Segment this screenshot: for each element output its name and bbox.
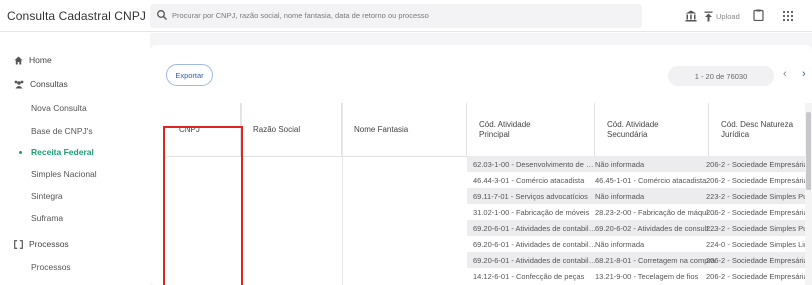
sidebar-group-label: Processos xyxy=(29,239,69,249)
sidebar-item-processos[interactable]: Processos xyxy=(31,262,71,272)
sidebar-item-nova-consulta[interactable]: Nova Consulta xyxy=(31,103,87,113)
cell-atividade-principal: 14.12-6-01 - Confecção de peças xyxy=(473,272,585,281)
cell-atividade-secundaria: 69.20-6-02 - Atividades de consultoria xyxy=(595,224,718,233)
sidebar-group-label: Consultas xyxy=(30,79,68,89)
table-row[interactable]: 31.02-1-00 - Fabricação de móveis 28.23-… xyxy=(467,204,807,220)
table-row[interactable]: 69.11-7-01 - Serviços advocatícios Não i… xyxy=(467,188,807,204)
table-row[interactable]: 46.44-3-01 - Comércio atacadista 46.45-1… xyxy=(467,172,807,188)
sidebar-item-sintegra[interactable]: Sintegra xyxy=(31,191,63,201)
cell-natureza-juridica: 223-2 - Sociedade Simples Pura xyxy=(706,192,807,201)
upload-icon xyxy=(704,11,713,21)
cell-atividade-secundaria: 46.45-1-01 - Comércio atacadista xyxy=(595,176,707,185)
cnpj-column-highlight xyxy=(163,126,243,285)
app-title: Consulta Cadastral CNPJ xyxy=(7,9,147,23)
cell-atividade-principal: 69.20-6-01 - Atividades de contabilidade xyxy=(473,224,596,233)
processos-icon xyxy=(14,239,23,249)
upload-button[interactable]: Upload xyxy=(704,10,740,22)
sidebar-group-consultas[interactable]: Consultas xyxy=(14,79,68,89)
home-icon xyxy=(14,56,23,64)
cell-atividade-secundaria: 13.21-9-00 - Tecelagem de fios xyxy=(595,272,699,281)
table-row[interactable]: 62.03-1-00 - Desenvolvimento de programa… xyxy=(467,156,807,172)
cell-atividade-secundaria: 28.23-2-00 - Fabricação de máquinas xyxy=(595,208,718,217)
apps-grid-icon[interactable] xyxy=(782,10,794,22)
top-bar: Consulta Cadastral CNPJ Procurar por CNP… xyxy=(0,0,812,32)
cell-natureza-juridica: 206-2 - Sociedade Empresária Limitada xyxy=(706,256,807,265)
search-input[interactable]: Procurar por CNPJ, razão social, nome fa… xyxy=(150,4,642,28)
cell-atividade-secundaria: Não informada xyxy=(595,192,645,201)
clipboard-icon[interactable] xyxy=(753,9,764,21)
cell-atividade-principal: 46.44-3-01 - Comércio atacadista xyxy=(473,176,585,185)
table-row[interactable]: 14.12-6-01 - Confecção de peças 13.21-9-… xyxy=(467,268,807,285)
column-divider xyxy=(342,103,343,285)
cell-atividade-principal: 69.20-6-01 - Atividades de contabilidade xyxy=(473,256,596,265)
sidebar-group-label: Home xyxy=(29,55,52,65)
search-placeholder: Procurar por CNPJ, razão social, nome fa… xyxy=(172,11,429,20)
sidebar-item-base-cnpjs[interactable]: Base de CNPJ's xyxy=(31,126,93,136)
results-table: CNPJ Razão Social Nome Fantasia Cód. Ati… xyxy=(167,103,807,285)
column-header-nome-fantasia[interactable]: Nome Fantasia xyxy=(342,103,467,156)
cell-atividade-secundaria: 68.21-8-01 - Corretagem na compra xyxy=(595,256,716,265)
cell-atividade-principal: 69.20-6-01 - Atividades de contabilidade xyxy=(473,240,596,249)
sidebar-item-suframa[interactable]: Suframa xyxy=(31,213,63,223)
column-header-razao-social[interactable]: Razão Social xyxy=(241,103,342,156)
table-row[interactable]: 69.20-6-01 - Atividades de contabilidade… xyxy=(467,236,807,252)
cell-natureza-juridica: 206-2 - Sociedade Empresária Limitada xyxy=(706,208,807,217)
cell-atividade-principal: 69.11-7-01 - Serviços advocatícios xyxy=(473,192,588,201)
table-row[interactable]: 69.20-6-01 - Atividades de contabilidade… xyxy=(467,220,807,236)
cell-natureza-juridica: 206-2 - Sociedade Empresária Limitada xyxy=(706,272,807,281)
cell-natureza-juridica: 223-2 - Sociedade Simples Pura xyxy=(706,224,807,233)
pagination-range: 1 - 20 de 76030 xyxy=(668,66,774,86)
active-indicator xyxy=(19,151,22,154)
scrollbar-thumb[interactable] xyxy=(806,112,811,190)
sidebar-group-home[interactable]: Home xyxy=(14,55,52,65)
cell-natureza-juridica: 206-2 - Sociedade Empresária Limitada xyxy=(706,160,807,169)
sidebar-item-simples-nacional[interactable]: Simples Nacional xyxy=(31,169,97,179)
upload-label: Upload xyxy=(716,11,740,21)
cell-atividade-principal: 62.03-1-00 - Desenvolvimento de programa… xyxy=(473,160,596,169)
table-row[interactable]: 69.20-6-01 - Atividades de contabilidade… xyxy=(467,252,807,268)
cell-natureza-juridica: 224-0 - Sociedade Simples Limitada xyxy=(706,240,807,249)
chevron-left-icon[interactable]: ‹ xyxy=(783,68,787,80)
cell-atividade-secundaria: Não informada xyxy=(595,240,645,249)
sidebar-group-processos[interactable]: Processos xyxy=(14,239,69,249)
export-button[interactable]: Exportar xyxy=(166,64,213,86)
bank-icon[interactable] xyxy=(685,10,697,22)
sidebar-item-receita-federal[interactable]: Receita Federal xyxy=(31,147,94,157)
chevron-right-icon[interactable]: › xyxy=(802,68,806,80)
column-header-natureza-juridica[interactable]: Cód. Desc Natureza Jurídica xyxy=(709,103,807,156)
cell-natureza-juridica: 206-2 - Sociedade Empresária Limitada xyxy=(706,176,807,185)
cell-atividade-secundaria: Não informada xyxy=(595,160,645,169)
search-icon xyxy=(157,10,167,20)
consultas-icon xyxy=(14,80,24,88)
column-header-atividade-principal[interactable]: Cód. Atividade Principal xyxy=(467,103,595,156)
column-header-atividade-secundaria[interactable]: Cód. Atividade Secundária xyxy=(595,103,709,156)
cell-atividade-principal: 31.02-1-00 - Fabricação de móveis xyxy=(473,208,590,217)
